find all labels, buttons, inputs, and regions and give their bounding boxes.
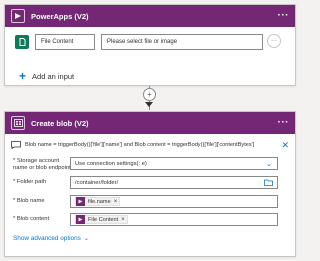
trigger-input-row: File Content Please select file or image — [15, 34, 263, 50]
storage-account-value: Use connection settings(: e) — [75, 160, 147, 167]
insert-step-plus-icon[interactable]: + — [143, 88, 156, 101]
info-banner-text: Blob name = triggerBody()['file']['name'… — [25, 142, 255, 148]
add-input-button[interactable]: + Add an input — [19, 69, 75, 83]
input-description-field[interactable]: Please select file or image — [101, 34, 263, 50]
powerapps-card-title: PowerApps (V2) — [31, 11, 89, 21]
info-banner: Blob name = triggerBody()['file']['name'… — [11, 138, 289, 152]
powerapps-more-menu-icon[interactable]: ··· — [278, 11, 290, 21]
chevron-down-icon: ⌄ — [83, 236, 89, 242]
message-icon — [11, 141, 21, 149]
storage-account-select[interactable]: Use connection settings(: e) ⌄ — [70, 157, 278, 170]
powerapps-trigger-card: PowerApps (V2) ··· File Content Please s… — [4, 4, 296, 86]
folder-path-row: * Folder path — [13, 179, 75, 186]
flow-arrow-icon — [145, 102, 153, 107]
powerapps-token-icon — [76, 215, 85, 224]
storage-account-row: * Storage account name or blob endpoint — [13, 158, 75, 171]
file-name-token[interactable]: file.name × — [75, 197, 121, 206]
remove-token-icon[interactable]: × — [114, 199, 118, 205]
blob-content-label: * Blob content — [13, 216, 50, 222]
powerapps-card-header[interactable]: PowerApps (V2) ··· — [5, 5, 295, 27]
storage-account-label: * Storage account name or blob endpoint — [13, 158, 71, 171]
remove-token-icon[interactable]: × — [121, 217, 125, 223]
blob-card-title: Create blob (V2) — [31, 118, 89, 128]
input-name-field[interactable]: File Content — [35, 34, 95, 50]
blob-content-input[interactable]: File Content × — [70, 213, 278, 226]
blob-more-menu-icon[interactable]: ··· — [278, 118, 290, 128]
plus-icon: + — [19, 69, 27, 83]
blob-card-header[interactable]: Create blob (V2) ··· — [5, 112, 295, 134]
folder-path-label: * Folder path — [13, 179, 47, 185]
show-advanced-label: Show advanced options — [13, 235, 81, 242]
powerapps-icon — [11, 9, 25, 23]
add-input-label: Add an input — [32, 71, 75, 81]
close-icon[interactable]: ✕ — [281, 140, 289, 151]
blob-name-input[interactable]: file.name × — [70, 195, 278, 208]
file-input-icon[interactable] — [15, 35, 29, 49]
folder-icon[interactable] — [264, 179, 273, 186]
chevron-down-icon[interactable]: ⌄ — [266, 160, 272, 168]
blob-name-row: * Blob name — [13, 198, 75, 205]
show-advanced-options-link[interactable]: Show advanced options ⌄ — [13, 235, 89, 242]
input-row-more-icon[interactable]: ··· — [267, 34, 281, 48]
file-content-token[interactable]: File Content × — [75, 215, 128, 224]
powerapps-token-icon — [76, 197, 85, 206]
blob-content-row: * Blob content — [13, 216, 75, 223]
blob-storage-icon — [11, 116, 25, 130]
folder-path-value: /container/folder/ — [75, 179, 119, 186]
blob-name-label: * Blob name — [13, 198, 45, 204]
folder-path-input[interactable]: /container/folder/ — [70, 176, 278, 189]
file-name-token-label: file.name — [88, 198, 111, 205]
create-blob-action-card: Create blob (V2) ··· Blob name = trigger… — [4, 111, 296, 257]
file-content-token-label: File Content — [88, 216, 119, 223]
